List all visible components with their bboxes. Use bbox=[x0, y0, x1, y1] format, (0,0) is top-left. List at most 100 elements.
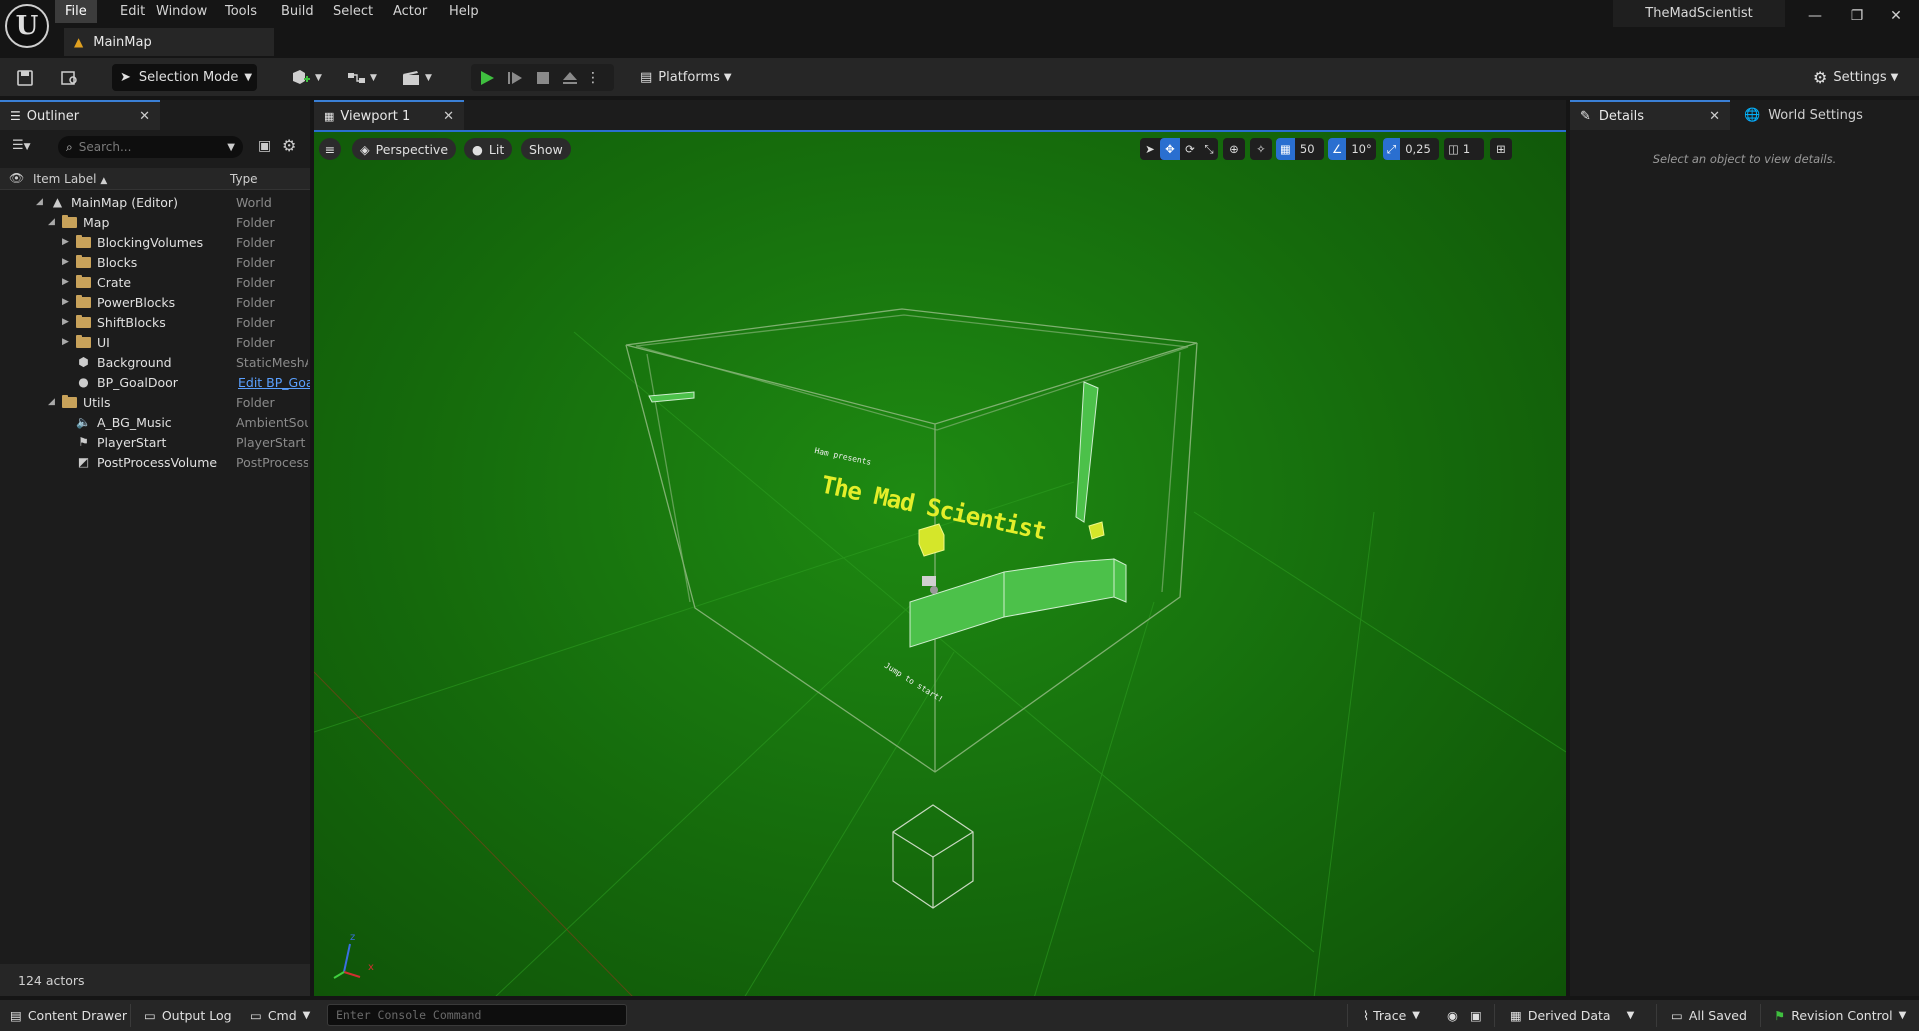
expanded-arrow-icon[interactable]: ◢ bbox=[36, 197, 46, 207]
more-options-icon[interactable]: ⋮ bbox=[585, 67, 601, 89]
content-drawer-button[interactable]: ▤ Content Drawer bbox=[10, 1000, 127, 1031]
tree-row-bp-goaldoor[interactable]: ● BP_GoalDoor Edit BP_Goa bbox=[0, 372, 310, 392]
trace-dropdown[interactable]: ⌇ Trace ▼ bbox=[1363, 1000, 1420, 1031]
perspective-button[interactable]: ◈ Perspective bbox=[352, 138, 457, 160]
close-icon[interactable]: ✕ bbox=[443, 109, 454, 124]
rotation-snap-toggle[interactable]: ∠ 10° bbox=[1328, 138, 1376, 160]
collapsed-arrow-icon[interactable]: ▶ bbox=[62, 337, 72, 347]
tree-row-ui[interactable]: ▶ UI Folder bbox=[0, 332, 310, 352]
search-placeholder: Search... bbox=[78, 140, 132, 154]
tree-row-a-bg-music[interactable]: 🔈A_BG_Music AmbientSour bbox=[0, 412, 310, 432]
settings-dropdown[interactable]: ⚙ Settings ▼ bbox=[1813, 64, 1898, 91]
blueprint-icon[interactable]: ▼ bbox=[343, 67, 381, 89]
tree-row-blockingvolumes[interactable]: ▶ BlockingVolumes Folder bbox=[0, 232, 310, 252]
selection-mode-dropdown[interactable]: ➤ Selection Mode ▼ bbox=[112, 64, 257, 91]
collapsed-arrow-icon[interactable]: ▶ bbox=[62, 277, 72, 287]
shift-blocks bbox=[648, 381, 1127, 648]
cinematics-icon[interactable]: ▼ bbox=[398, 67, 436, 89]
viewport-layout-icon[interactable]: ⊞ bbox=[1490, 138, 1512, 160]
tab-world-settings[interactable]: 🌐 World Settings bbox=[1736, 100, 1916, 130]
rotate-tool-icon[interactable]: ⟳ bbox=[1180, 142, 1200, 156]
filter-icon[interactable]: ☰▼ bbox=[12, 138, 31, 153]
stop-icon[interactable] bbox=[533, 67, 553, 89]
viewport-menu-button[interactable]: ≡ bbox=[319, 138, 341, 160]
visibility-eye-icon[interactable]: 👁 bbox=[9, 171, 24, 185]
tree-row-background[interactable]: ⬢ Background StaticMeshA bbox=[0, 352, 310, 372]
blocking-volume-wireframe bbox=[625, 308, 1198, 773]
menu-tools[interactable]: Tools bbox=[215, 0, 267, 23]
tree-row-utils[interactable]: ◢ Utils Folder bbox=[0, 392, 310, 412]
expanded-arrow-icon[interactable]: ◢ bbox=[48, 397, 58, 407]
column-item-label[interactable]: Item Label ▲ bbox=[33, 172, 107, 186]
tree-row-postprocessvolume[interactable]: ◩ PostProcessVolume PostProcess bbox=[0, 452, 310, 472]
tree-row-crate[interactable]: ▶ Crate Folder bbox=[0, 272, 310, 292]
close-window-icon[interactable]: ✕ bbox=[1883, 4, 1909, 28]
document-tab-mainmap[interactable]: ▲ MainMap bbox=[64, 28, 274, 56]
tab-viewport-1[interactable]: ▦ Viewport 1 ✕ bbox=[314, 100, 464, 130]
chevron-down-icon: ▼ bbox=[1626, 1010, 1635, 1021]
add-folder-icon[interactable]: ▣ bbox=[258, 138, 271, 154]
grid-snap-toggle[interactable]: ▦ 50 bbox=[1276, 138, 1324, 160]
main-toolbar: ➤ Selection Mode ▼ ▼ ▼ ▼ ⋮ ▤ Platforms ▼… bbox=[0, 58, 1919, 96]
menu-window[interactable]: Window bbox=[146, 0, 217, 23]
restore-icon[interactable]: ❐ bbox=[1844, 4, 1870, 28]
ambient-sound-gizmo[interactable] bbox=[892, 804, 974, 909]
tree-row-playerstart[interactable]: ⚑ PlayerStart PlayerStart bbox=[0, 432, 310, 452]
gear-icon[interactable]: ⚙ bbox=[282, 136, 296, 155]
tab-outliner[interactable]: ☰ Outliner ✕ bbox=[0, 100, 160, 130]
collapsed-arrow-icon[interactable]: ▶ bbox=[62, 317, 72, 327]
screenshot-icon[interactable]: ▣ bbox=[1470, 1000, 1482, 1031]
world-local-icon[interactable]: ⊕ bbox=[1223, 138, 1245, 160]
record-icon[interactable]: ◉ bbox=[1447, 1000, 1458, 1031]
scale-tool-icon[interactable]: ⤡ bbox=[1200, 142, 1218, 157]
content-drawer-icon: ▤ bbox=[10, 1008, 22, 1023]
menu-actor[interactable]: Actor bbox=[383, 0, 437, 23]
derived-data-dropdown[interactable]: ▦ Derived Data ▼ bbox=[1510, 1000, 1634, 1031]
project-name: TheMadScientist bbox=[1613, 0, 1785, 27]
tree-row-blocks[interactable]: ▶ Blocks Folder bbox=[0, 252, 310, 272]
close-icon[interactable]: ✕ bbox=[139, 109, 150, 124]
menu-help[interactable]: Help bbox=[439, 0, 489, 23]
skip-frame-icon[interactable] bbox=[505, 67, 525, 89]
select-tool-icon[interactable]: ➤ bbox=[1140, 142, 1160, 156]
player-start-gizmo[interactable] bbox=[922, 576, 938, 594]
edit-blueprint-link[interactable]: Edit BP_Goa bbox=[238, 375, 310, 390]
level-viewport[interactable]: Ham presents The Mad Scientist Jump to s… bbox=[314, 130, 1566, 996]
close-icon[interactable]: ✕ bbox=[1709, 109, 1720, 124]
tree-row-powerblocks[interactable]: ▶ PowerBlocks Folder bbox=[0, 292, 310, 312]
show-button[interactable]: Show bbox=[521, 138, 571, 160]
add-actor-icon[interactable]: ▼ bbox=[287, 67, 325, 89]
expanded-arrow-icon[interactable]: ◢ bbox=[48, 217, 58, 227]
minimize-icon[interactable]: — bbox=[1802, 4, 1828, 28]
console-command-input[interactable]: Enter Console Command bbox=[327, 1004, 627, 1026]
eject-icon[interactable] bbox=[560, 67, 580, 89]
collapsed-arrow-icon[interactable]: ▶ bbox=[62, 297, 72, 307]
divider bbox=[130, 1004, 131, 1027]
menu-file[interactable]: File bbox=[55, 0, 97, 23]
outliner-search-input[interactable]: ⌕ Search... ▼ bbox=[58, 136, 243, 158]
scale-snap-toggle[interactable]: ⤢ 0,25 bbox=[1383, 138, 1439, 160]
menu-select[interactable]: Select bbox=[323, 0, 383, 23]
tree-row-mainmap[interactable]: ◢ ▲ MainMap (Editor) World bbox=[0, 192, 310, 212]
unreal-logo-icon[interactable]: U bbox=[5, 4, 49, 48]
camera-speed-button[interactable]: ◫ 1 bbox=[1444, 138, 1484, 160]
tree-row-map[interactable]: ◢ Map Folder bbox=[0, 212, 310, 232]
browse-icon[interactable] bbox=[58, 67, 82, 89]
collapsed-arrow-icon[interactable]: ▶ bbox=[62, 237, 72, 247]
menu-build[interactable]: Build bbox=[271, 0, 324, 23]
surface-snap-icon[interactable]: ✧ bbox=[1250, 138, 1272, 160]
chevron-down-icon: ▼ bbox=[227, 141, 235, 153]
revision-control-dropdown[interactable]: ⚑ Revision Control ▼ bbox=[1774, 1000, 1906, 1031]
platforms-dropdown[interactable]: ▤ Platforms ▼ bbox=[640, 64, 732, 91]
output-log-button[interactable]: ▭ Output Log bbox=[144, 1000, 232, 1031]
cmd-dropdown[interactable]: ▭ Cmd ▼ bbox=[250, 1000, 310, 1031]
translate-tool-icon[interactable]: ✥ bbox=[1160, 138, 1180, 160]
play-icon[interactable] bbox=[477, 67, 497, 89]
tree-row-shiftblocks[interactable]: ▶ ShiftBlocks Folder bbox=[0, 312, 310, 332]
lit-button[interactable]: ● Lit bbox=[464, 138, 513, 160]
save-icon[interactable] bbox=[14, 67, 36, 89]
all-saved-button[interactable]: ▭ All Saved bbox=[1671, 1000, 1747, 1031]
tab-details[interactable]: ✎ Details ✕ bbox=[1570, 100, 1730, 130]
column-type[interactable]: Type bbox=[230, 172, 258, 186]
collapsed-arrow-icon[interactable]: ▶ bbox=[62, 257, 72, 267]
